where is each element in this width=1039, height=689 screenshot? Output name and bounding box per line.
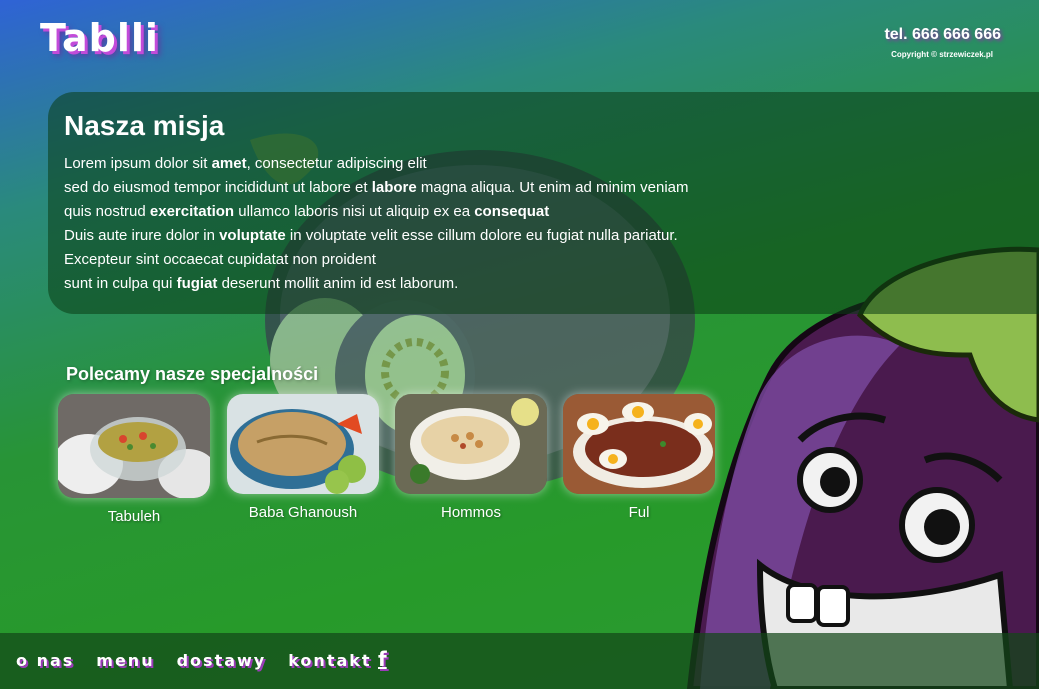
mission-text-emphasis: consequat [474,203,550,220]
mission-text-segment: deserunt mollit anim id est laborum. [217,275,459,292]
mission-text-emphasis: amet [211,155,247,172]
specials-title: Polecamy nasze specjalności [66,364,319,384]
dish-name[interactable]: Baba Ghanoush [227,504,379,521]
mission-text-segment: sed do eiusmod tempor incididunt ut labo… [64,179,372,196]
dish-name[interactable]: Ful [563,504,715,521]
mission-text-segment: ullamco laboris nisi ut aliquip ex ea [234,203,475,220]
mission-text-segment: magna aliqua. Ut enim ad minim veniam [416,179,689,196]
dish-photo-tabuleh[interactable] [58,394,210,498]
mission-text-segment: in voluptate velit esse cillum dolore eu… [285,227,678,244]
mission-text-segment: Lorem ipsum dolor sit [64,155,212,172]
dish-card-tabuleh[interactable]: Tabuleh [58,394,210,525]
main-nav: o nas menu dostawy kontakt [16,651,394,670]
dish-card-ful[interactable]: Ful [563,394,715,521]
logo[interactable]: Tablli [40,16,159,60]
copyright-text: Copyright © strzewiczek.pl [891,50,993,59]
nav-link-dostawy[interactable]: dostawy [177,651,267,670]
mission-text-emphasis: voluptate [219,227,286,244]
mission-text-segment: quis nostrud [64,203,150,220]
dish-photo-hommos[interactable] [395,394,547,494]
nav-link-o-nas[interactable]: o nas [16,651,74,670]
mission-title: Nasza misja [64,110,225,141]
footer-nav-bar: o nas menu dostawy kontakt f [0,633,1039,689]
mission-text-segment: Excepteur sint occaecat cupidatat non pr… [64,251,376,268]
contact-block: tel. 666 666 666 Copyright © strzewiczek… [884,26,1001,59]
dish-name[interactable]: Hommos [395,504,547,521]
mission-panel: Nasza misja Lorem ipsum dolor sit amet, … [48,92,1039,314]
mission-text-segment: sunt in culpa qui [64,275,177,292]
mission-text-segment: , consectetur adipiscing elit [246,155,427,172]
facebook-icon[interactable]: f [378,647,387,671]
dish-name[interactable]: Tabuleh [58,508,210,525]
phone-number[interactable]: tel. 666 666 666 [884,26,1001,44]
mission-text-emphasis: fugiat [176,275,218,292]
mission-text-emphasis: exercitation [149,203,235,220]
mission-text-segment: Duis aute irure dolor in [64,227,220,244]
mission-text-emphasis: labore [371,179,417,196]
dish-card-baba-ghanoush[interactable]: Baba Ghanoush [227,394,379,521]
mission-text: Lorem ipsum dolor sit amet, consectetur … [64,152,1032,296]
dish-card-hommos[interactable]: Hommos [395,394,547,521]
page: Tablli tel. 666 666 666 Copyright © strz… [0,0,1039,689]
dish-photo-ful[interactable] [563,394,715,494]
nav-link-menu[interactable]: menu [96,651,154,670]
nav-link-kontakt[interactable]: kontakt [288,651,371,670]
dish-photo-baba-ghanoush[interactable] [227,394,379,494]
